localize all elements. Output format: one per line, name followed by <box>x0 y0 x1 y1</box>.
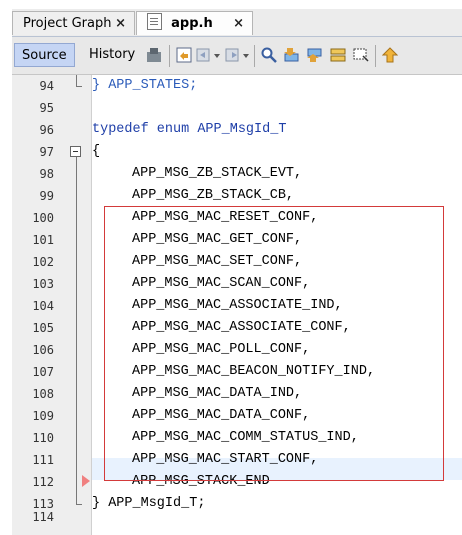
line-number: 105 <box>32 321 54 335</box>
breakpoint-marker-icon[interactable] <box>82 475 90 487</box>
header-file-icon <box>147 13 162 30</box>
forward-icon[interactable] <box>225 47 241 63</box>
code-line-95: 95 <box>12 97 462 119</box>
line-number: 103 <box>32 277 54 291</box>
code-line-114: 114 <box>12 510 462 535</box>
close-tab-icon[interactable]: × <box>233 12 244 36</box>
next-bookmark-icon[interactable] <box>381 47 399 63</box>
line-number: 111 <box>32 453 54 467</box>
line-number: 98 <box>39 167 54 181</box>
toolbar-separator <box>254 45 255 67</box>
line-number: 102 <box>32 255 54 269</box>
line-number: 104 <box>32 299 54 313</box>
toggle-highlight-icon[interactable] <box>330 47 346 63</box>
line-number: 110 <box>32 431 54 445</box>
source-button[interactable]: Source <box>14 43 75 67</box>
chevron-down-icon[interactable] <box>242 47 250 63</box>
line-number: 108 <box>32 387 54 401</box>
editor-window: Project Graph × app.h × Source History 9… <box>0 0 462 535</box>
code-text: } APP_STATES; <box>92 75 197 97</box>
code-line-96: 96 typedef enum APP_MsgId_T <box>12 119 462 141</box>
find-next-icon[interactable] <box>307 47 323 63</box>
select-rect-icon[interactable] <box>353 47 369 63</box>
line-number: 97 <box>39 145 54 159</box>
fold-end-marker <box>76 504 82 505</box>
line-number: 100 <box>32 211 54 225</box>
back-icon[interactable] <box>176 47 192 63</box>
code-line-99: 99 APP_MSG_ZB_STACK_CB, <box>12 185 462 207</box>
fold-guide <box>76 157 77 504</box>
tab-project-graph[interactable]: Project Graph × <box>12 11 135 35</box>
toolbar-separator <box>169 45 170 67</box>
editor-toolbar: Source History <box>12 37 462 75</box>
fold-guide <box>76 75 77 86</box>
find-previous-icon[interactable] <box>284 47 300 63</box>
line-number: 109 <box>32 409 54 423</box>
find-icon[interactable] <box>261 47 277 63</box>
close-tab-icon[interactable]: × <box>115 12 126 36</box>
closing-brace-states: } APP_STATES; <box>92 78 198 93</box>
highlight-annotation-box <box>104 206 444 481</box>
line-number: 99 <box>39 189 54 203</box>
line-number: 96 <box>39 123 54 137</box>
tab-label: Project Graph <box>23 16 112 31</box>
code-text: } APP_MsgId_T; <box>92 496 206 511</box>
line-number: 101 <box>32 233 54 247</box>
tab-bar: Project Graph × app.h × <box>12 9 462 37</box>
code-text: APP_MSG_ZB_STACK_EVT, <box>132 166 303 181</box>
fold-end-marker <box>76 86 82 87</box>
code-text: typedef enum APP_MsgId_T <box>92 122 287 137</box>
toolbar-separator <box>375 45 376 67</box>
line-number: 94 <box>39 79 54 93</box>
back-history-icon[interactable] <box>196 47 212 63</box>
line-number: 107 <box>32 365 54 379</box>
history-button[interactable]: History <box>82 43 142 67</box>
tab-label: app.h <box>171 16 213 31</box>
line-number: 106 <box>32 343 54 357</box>
last-edit-icon[interactable] <box>146 47 162 63</box>
line-number: 114 <box>32 510 54 524</box>
code-text: APP_MSG_ZB_STACK_CB, <box>132 188 295 203</box>
tab-app-h[interactable]: app.h × <box>136 11 253 35</box>
line-number: 112 <box>32 475 54 489</box>
code-line-98: 98 APP_MSG_ZB_STACK_EVT, <box>12 163 462 185</box>
code-text: { <box>92 144 101 159</box>
fold-collapse-icon[interactable] <box>70 146 81 157</box>
chevron-down-icon[interactable] <box>213 47 221 63</box>
line-number: 95 <box>39 101 54 115</box>
